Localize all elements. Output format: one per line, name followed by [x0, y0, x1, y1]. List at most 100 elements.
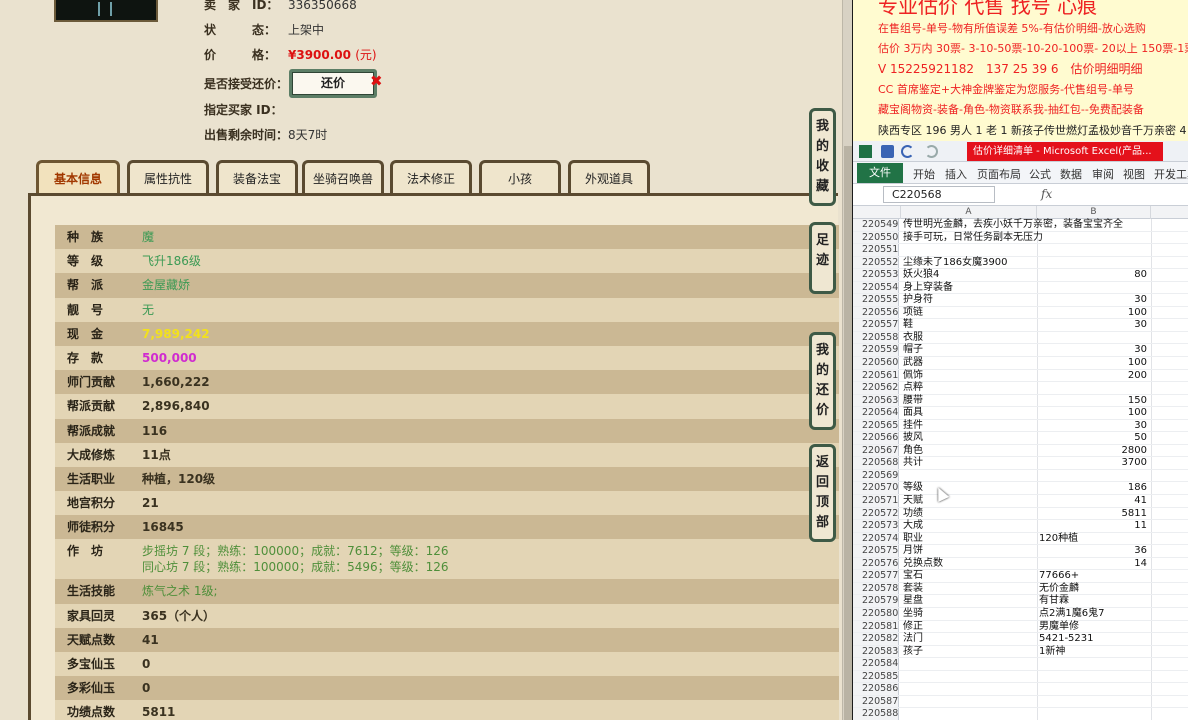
cell-b[interactable]: 有甘霖 [1039, 595, 1149, 608]
cell-a[interactable]: 月饼 [903, 545, 1037, 558]
cell-a[interactable]: 星盘 [903, 595, 1037, 608]
cell-b[interactable]: 100 [1039, 407, 1147, 420]
ribbon-tab-review[interactable]: 审阅 [1092, 166, 1114, 182]
cell-a[interactable]: 职业 [903, 533, 1037, 546]
cell-b[interactable]: 80 [1039, 269, 1147, 282]
cell-b[interactable]: 2800 [1039, 445, 1147, 458]
cell-a[interactable]: 项链 [903, 307, 1037, 320]
cell-a[interactable]: 修正 [903, 621, 1037, 634]
ribbon-tab-data[interactable]: 数据 [1060, 166, 1082, 182]
cell-b[interactable]: 77666+ [1039, 570, 1149, 583]
row-number[interactable]: 220567 [853, 444, 899, 457]
cell-b[interactable]: 200 [1039, 370, 1147, 383]
cell-a[interactable]: 身上穿装备 [903, 282, 1037, 295]
row-number[interactable]: 220563 [853, 394, 899, 407]
row-number[interactable]: 220588 [853, 708, 899, 720]
row-number[interactable]: 220550 [853, 231, 899, 244]
cell-b[interactable]: 100 [1039, 357, 1147, 370]
cell-b[interactable]: 14 [1039, 558, 1147, 571]
tab-attributes[interactable]: 属性抗性 [127, 160, 209, 194]
row-number[interactable]: 220561 [853, 369, 899, 382]
cell-b[interactable]: 150 [1039, 395, 1147, 408]
row-number[interactable]: 220566 [853, 432, 899, 444]
my-bargains-button[interactable]: 我 的 还 价 [809, 332, 836, 430]
tab-equipment[interactable]: 装备法宝 [216, 160, 298, 194]
row-number[interactable]: 220571 [853, 495, 899, 507]
row-number[interactable]: 220581 [853, 620, 899, 633]
cell-a[interactable]: 坐骑 [903, 608, 1037, 621]
cell-b[interactable]: 点2满1魔6鬼7 [1039, 608, 1149, 621]
cell-a[interactable]: 鞋 [903, 319, 1037, 332]
cell-a[interactable]: 挂件 [903, 420, 1037, 433]
row-number[interactable]: 220586 [853, 683, 899, 695]
cell-b[interactable]: 36 [1039, 545, 1147, 558]
row-number[interactable]: 220551 [853, 244, 899, 256]
row-number[interactable]: 220554 [853, 281, 899, 294]
row-number[interactable]: 220555 [853, 294, 899, 306]
redo-icon[interactable] [925, 145, 938, 158]
ribbon-tab-page-layout[interactable]: 页面布局 [977, 166, 1021, 182]
row-number[interactable]: 220564 [853, 407, 899, 419]
row-number[interactable]: 220580 [853, 607, 899, 620]
cell-a[interactable]: 宝石 [903, 570, 1037, 583]
save-icon[interactable] [881, 145, 894, 158]
tab-basic-info[interactable]: 基本信息 [36, 160, 120, 194]
cell-b[interactable]: 30 [1039, 344, 1147, 357]
cell-b[interactable]: 5421-5231 [1039, 633, 1149, 646]
row-number[interactable]: 220583 [853, 645, 899, 658]
cell-b[interactable]: 41 [1039, 495, 1147, 508]
fx-icon[interactable]: fx [1041, 187, 1052, 201]
cell-a[interactable]: 武器 [903, 357, 1037, 370]
column-header-a[interactable]: A [901, 206, 1037, 219]
row-number[interactable]: 220573 [853, 520, 899, 532]
row-number[interactable]: 220584 [853, 658, 899, 670]
bargain-button[interactable]: 还价 [289, 69, 377, 98]
cell-a[interactable]: 腰带 [903, 395, 1037, 408]
cell-a[interactable]: 帽子 [903, 344, 1037, 357]
cell-a[interactable]: 角色 [903, 445, 1037, 458]
name-box[interactable]: C220568 [883, 186, 995, 203]
ribbon-tab-insert[interactable]: 插入 [945, 166, 967, 182]
ribbon-tab-file[interactable]: 文件 [857, 163, 903, 183]
row-number[interactable]: 220549 [853, 219, 899, 231]
row-number[interactable]: 220578 [853, 582, 899, 595]
bargain-close-icon[interactable]: ✖ [370, 72, 383, 90]
cell-b[interactable]: 1新神 [1039, 646, 1149, 659]
cell-a[interactable]: 面具 [903, 407, 1037, 420]
ribbon-tab-home[interactable]: 开始 [913, 166, 935, 182]
select-all-corner[interactable] [853, 206, 901, 219]
cell-a[interactable]: 妖火狼4 [903, 269, 1037, 282]
cell-a[interactable]: 披风 [903, 432, 1037, 445]
cell-a[interactable]: 接手可玩，日常任务副本无压力 [903, 232, 1043, 245]
cell-b[interactable]: 11 [1039, 520, 1147, 533]
row-number[interactable]: 220570 [853, 482, 899, 495]
cell-a[interactable]: 大成 [903, 520, 1037, 533]
tab-spell-correction[interactable]: 法术修正 [390, 160, 472, 194]
cell-b[interactable]: 30 [1039, 420, 1147, 433]
cell-a[interactable]: 佩饰 [903, 370, 1037, 383]
cell-a[interactable]: 衣服 [903, 332, 1037, 345]
row-number[interactable]: 220585 [853, 670, 899, 683]
cell-a[interactable]: 法门 [903, 633, 1037, 646]
cell-b[interactable]: 无价金麟 [1039, 583, 1149, 596]
row-number[interactable]: 220579 [853, 595, 899, 607]
cell-a[interactable]: 孩子 [903, 646, 1037, 659]
my-favorites-button[interactable]: 我 的 收 藏 [809, 108, 836, 206]
row-number[interactable]: 220587 [853, 695, 899, 708]
ribbon-tab-view[interactable]: 视图 [1123, 166, 1145, 182]
row-number[interactable]: 220572 [853, 507, 899, 520]
page-scrollbar[interactable] [842, 0, 852, 720]
scrollbar-thumb[interactable] [844, 146, 852, 720]
tab-mounts-pets[interactable]: 坐骑召唤兽 [302, 160, 384, 194]
cell-a[interactable]: 等级 [903, 482, 1037, 495]
cell-b[interactable]: 100 [1039, 307, 1147, 320]
row-number[interactable]: 220568 [853, 457, 899, 469]
cell-b[interactable]: 5811 [1039, 508, 1147, 521]
row-number[interactable]: 220582 [853, 633, 899, 645]
cell-a[interactable]: 点粹 [903, 382, 1037, 395]
cell-b[interactable]: 30 [1039, 319, 1147, 332]
undo-icon[interactable] [901, 145, 914, 158]
cell-a[interactable]: 套装 [903, 583, 1037, 596]
tab-child[interactable]: 小孩 [479, 160, 561, 194]
row-number[interactable]: 220575 [853, 545, 899, 557]
